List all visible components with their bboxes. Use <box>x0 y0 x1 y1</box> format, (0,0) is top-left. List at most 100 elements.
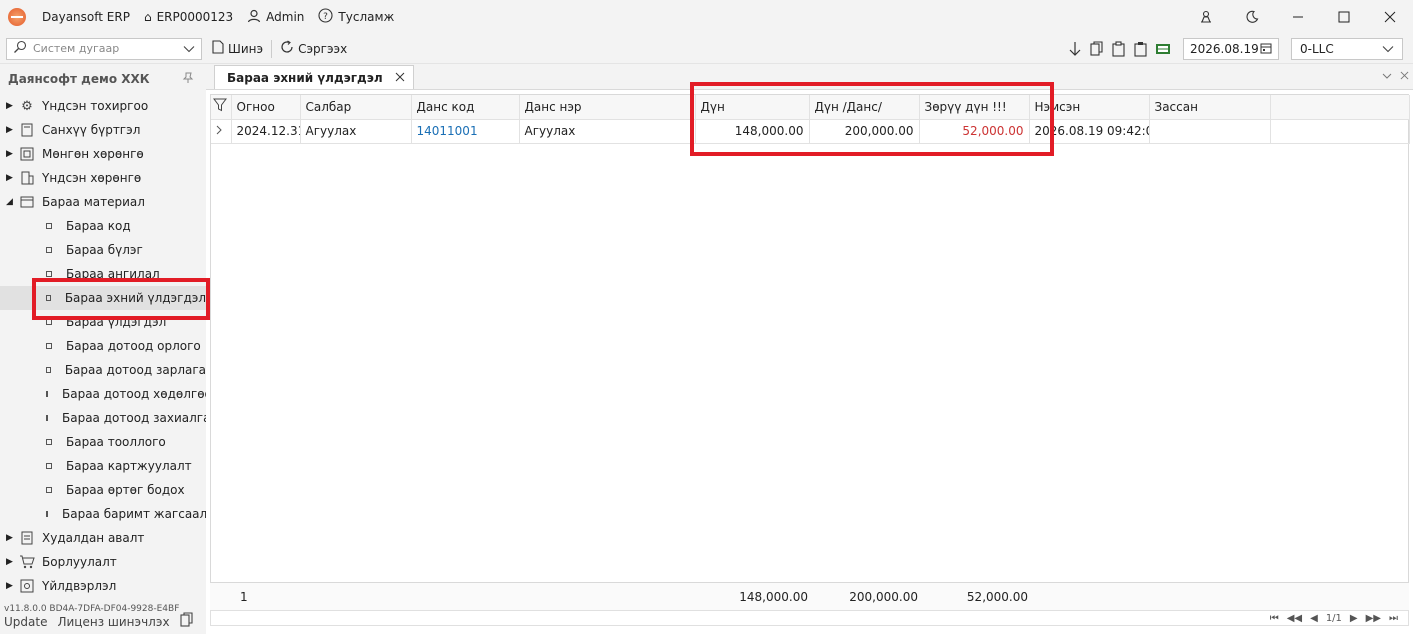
data-grid: Огноо Салбар Данс код Данс нэр Дүн Дүн /… <box>210 94 1410 610</box>
sidebar-subitem[interactable]: Бараа код <box>0 214 206 238</box>
user-code-button[interactable]: ⌂ ERP0000123 <box>144 10 233 24</box>
cell-account-amount[interactable]: 200,000.00 <box>809 119 920 144</box>
copy-icon[interactable] <box>1089 41 1105 57</box>
sidebar-item-inventory[interactable]: ◢ Бараа материал <box>0 190 206 214</box>
prev-page-icon[interactable]: ◀◀ <box>1287 613 1302 624</box>
update-link[interactable]: Update <box>4 615 47 629</box>
horizontal-scrollbar[interactable]: ⏮ ◀◀ ◀ 1/1 ▶ ▶▶ ⏭ <box>210 610 1409 626</box>
excel-export-icon[interactable] <box>1155 41 1171 57</box>
cell-account-name[interactable]: Агуулах <box>519 119 696 144</box>
main-content: Бараа эхний үлдэгдэл Огноо Салбар Данс к… <box>206 64 1413 634</box>
column-header-created[interactable]: Нэмсэн <box>1029 95 1150 120</box>
sidebar-subitem[interactable]: Бараа дотоод зарлага <box>0 358 206 382</box>
sidebar-subitem[interactable]: Бараа дотоод орлого <box>0 334 206 358</box>
cell-account-code-link[interactable]: 14011001 <box>411 119 520 144</box>
column-header-amount[interactable]: Дүн <box>695 95 810 120</box>
tab-close-icon[interactable] <box>395 71 405 85</box>
tabs-dropdown-icon[interactable] <box>1382 70 1392 83</box>
sidebar-subitem[interactable]: Бараа дотоод захиалга <box>0 406 210 430</box>
column-header-difference[interactable]: Зөрүү дүн !!! <box>919 95 1030 120</box>
sidebar-item-production[interactable]: ▶ Үйлдвэрлэл <box>0 574 206 598</box>
expand-arrow-icon[interactable]: ▶ <box>6 149 18 159</box>
minimize-icon[interactable] <box>1275 0 1321 34</box>
bullet-icon <box>46 319 52 325</box>
expand-arrow-icon[interactable]: ▶ <box>6 581 18 591</box>
paste-icon[interactable] <box>1111 41 1127 57</box>
cell-modified[interactable] <box>1149 119 1271 144</box>
help-button[interactable]: ? Тусламж <box>318 8 394 26</box>
user-button[interactable]: Admin <box>247 9 304 26</box>
summary-count: 1 <box>240 589 248 604</box>
cell-branch[interactable]: Агуулах <box>300 119 412 144</box>
chevron-down-icon[interactable] <box>183 42 195 56</box>
sidebar-item-settings[interactable]: ▶ ⚙ Үндсэн тохиргоо <box>0 94 206 118</box>
prev-icon[interactable]: ◀ <box>1310 613 1318 624</box>
column-header-account-amount[interactable]: Дүн /Данс/ <box>809 95 920 120</box>
toolbar-divider <box>271 39 273 58</box>
sidebar-item-sales[interactable]: ▶ Борлуулалт <box>0 550 206 574</box>
next-page-icon[interactable]: ▶▶ <box>1366 613 1381 624</box>
close-all-tabs-icon[interactable] <box>1400 70 1409 83</box>
license-renew-button[interactable]: Лиценз шинэчлэх <box>57 615 169 629</box>
clipboard-icon[interactable] <box>1133 41 1149 57</box>
column-header-date[interactable]: Огноо <box>231 95 301 120</box>
column-header-account-code[interactable]: Данс код <box>411 95 520 120</box>
refresh-button[interactable]: Сэргээх <box>280 40 347 57</box>
last-page-icon[interactable]: ⏭ <box>1389 613 1398 624</box>
bullet-icon <box>46 391 48 397</box>
expand-arrow-icon[interactable]: ▶ <box>6 101 18 111</box>
chevron-down-icon <box>1382 42 1394 56</box>
first-page-icon[interactable]: ⏮ <box>1270 613 1279 624</box>
next-icon[interactable]: ▶ <box>1350 613 1358 624</box>
expand-arrow-icon[interactable]: ▶ <box>6 533 18 543</box>
expand-arrow-icon[interactable]: ▶ <box>6 173 18 183</box>
column-header-account-name[interactable]: Данс нэр <box>519 95 696 120</box>
cell-created[interactable]: 2026.08.19 09:42:02 <box>1029 119 1150 144</box>
new-button[interactable]: Шинэ <box>212 40 263 57</box>
sidebar-subitem[interactable]: Бараа тооллого <box>0 430 206 454</box>
summary-account-amount: 200,000.00 <box>849 589 918 604</box>
sidebar-subitem[interactable]: Бараа үлдэгдэл <box>0 310 206 334</box>
column-header-branch[interactable]: Салбар <box>300 95 412 120</box>
search-input[interactable] <box>33 42 177 55</box>
maximize-icon[interactable] <box>1321 0 1367 34</box>
filter-icon[interactable] <box>211 95 232 120</box>
cell-difference[interactable]: 52,000.00 <box>919 119 1030 144</box>
system-number-search[interactable] <box>6 37 202 60</box>
sidebar-item-finance[interactable]: ▶ Санхүү бүртгэл <box>0 118 206 142</box>
cell-date[interactable]: 2024.12.31 <box>231 119 301 144</box>
factory-icon <box>18 578 36 594</box>
sidebar-item-purchase[interactable]: ▶ Худалдан авалт <box>0 526 206 550</box>
sidebar-subitem-opening-balance[interactable]: Бараа эхний үлдэгдэл <box>0 286 206 310</box>
dark-mode-icon[interactable] <box>1229 0 1275 34</box>
sidebar: Даянсофт демо ХХК ▶ ⚙ Үндсэн тохиргоо ▶ … <box>0 64 220 634</box>
sidebar-subitem[interactable]: Бараа ангилал <box>0 262 206 286</box>
copy-icon[interactable] <box>179 612 194 631</box>
table-row[interactable]: 2024.12.31 Агуулах 14011001 Агуулах 148,… <box>211 119 1410 144</box>
close-icon[interactable] <box>1367 0 1413 34</box>
row-expand-icon[interactable] <box>211 119 232 144</box>
column-header-modified[interactable]: Зассан <box>1149 95 1271 120</box>
pin-icon[interactable] <box>182 72 194 87</box>
cell-amount[interactable]: 148,000.00 <box>695 119 810 144</box>
sidebar-subitem[interactable]: Бараа өртөг бодох <box>0 478 206 502</box>
download-icon[interactable] <box>1067 41 1083 57</box>
sidebar-item-cash[interactable]: ▶ Мөнгөн хөрөнгө <box>0 142 206 166</box>
sidebar-subitem[interactable]: Бараа картжуулалт <box>0 454 206 478</box>
bullet-icon <box>46 223 52 229</box>
expand-arrow-icon[interactable]: ▶ <box>6 125 18 135</box>
bullet-icon <box>46 511 48 517</box>
collapse-arrow-icon[interactable]: ◢ <box>6 197 18 207</box>
date-picker[interactable]: 2026.08.19 <box>1183 38 1279 60</box>
expand-arrow-icon[interactable]: ▶ <box>6 557 18 567</box>
app-name: Dayansoft ERP <box>42 10 130 24</box>
sidebar-subitem[interactable]: Бараа баримт жагсаалт <box>0 502 214 526</box>
sidebar-subitem[interactable]: Бараа дотоод хөдөлгөөн <box>0 382 220 406</box>
sidebar-subitem[interactable]: Бараа бүлэг <box>0 238 206 262</box>
company-select[interactable]: 0-LLC <box>1291 38 1403 60</box>
column-header-spacer <box>1270 95 1410 120</box>
notification-icon[interactable] <box>1183 0 1229 34</box>
tab-opening-balance[interactable]: Бараа эхний үлдэгдэл <box>214 65 414 89</box>
sidebar-item-fixed-assets[interactable]: ▶ Үндсэн хөрөнгө <box>0 166 206 190</box>
building-icon <box>18 170 36 186</box>
